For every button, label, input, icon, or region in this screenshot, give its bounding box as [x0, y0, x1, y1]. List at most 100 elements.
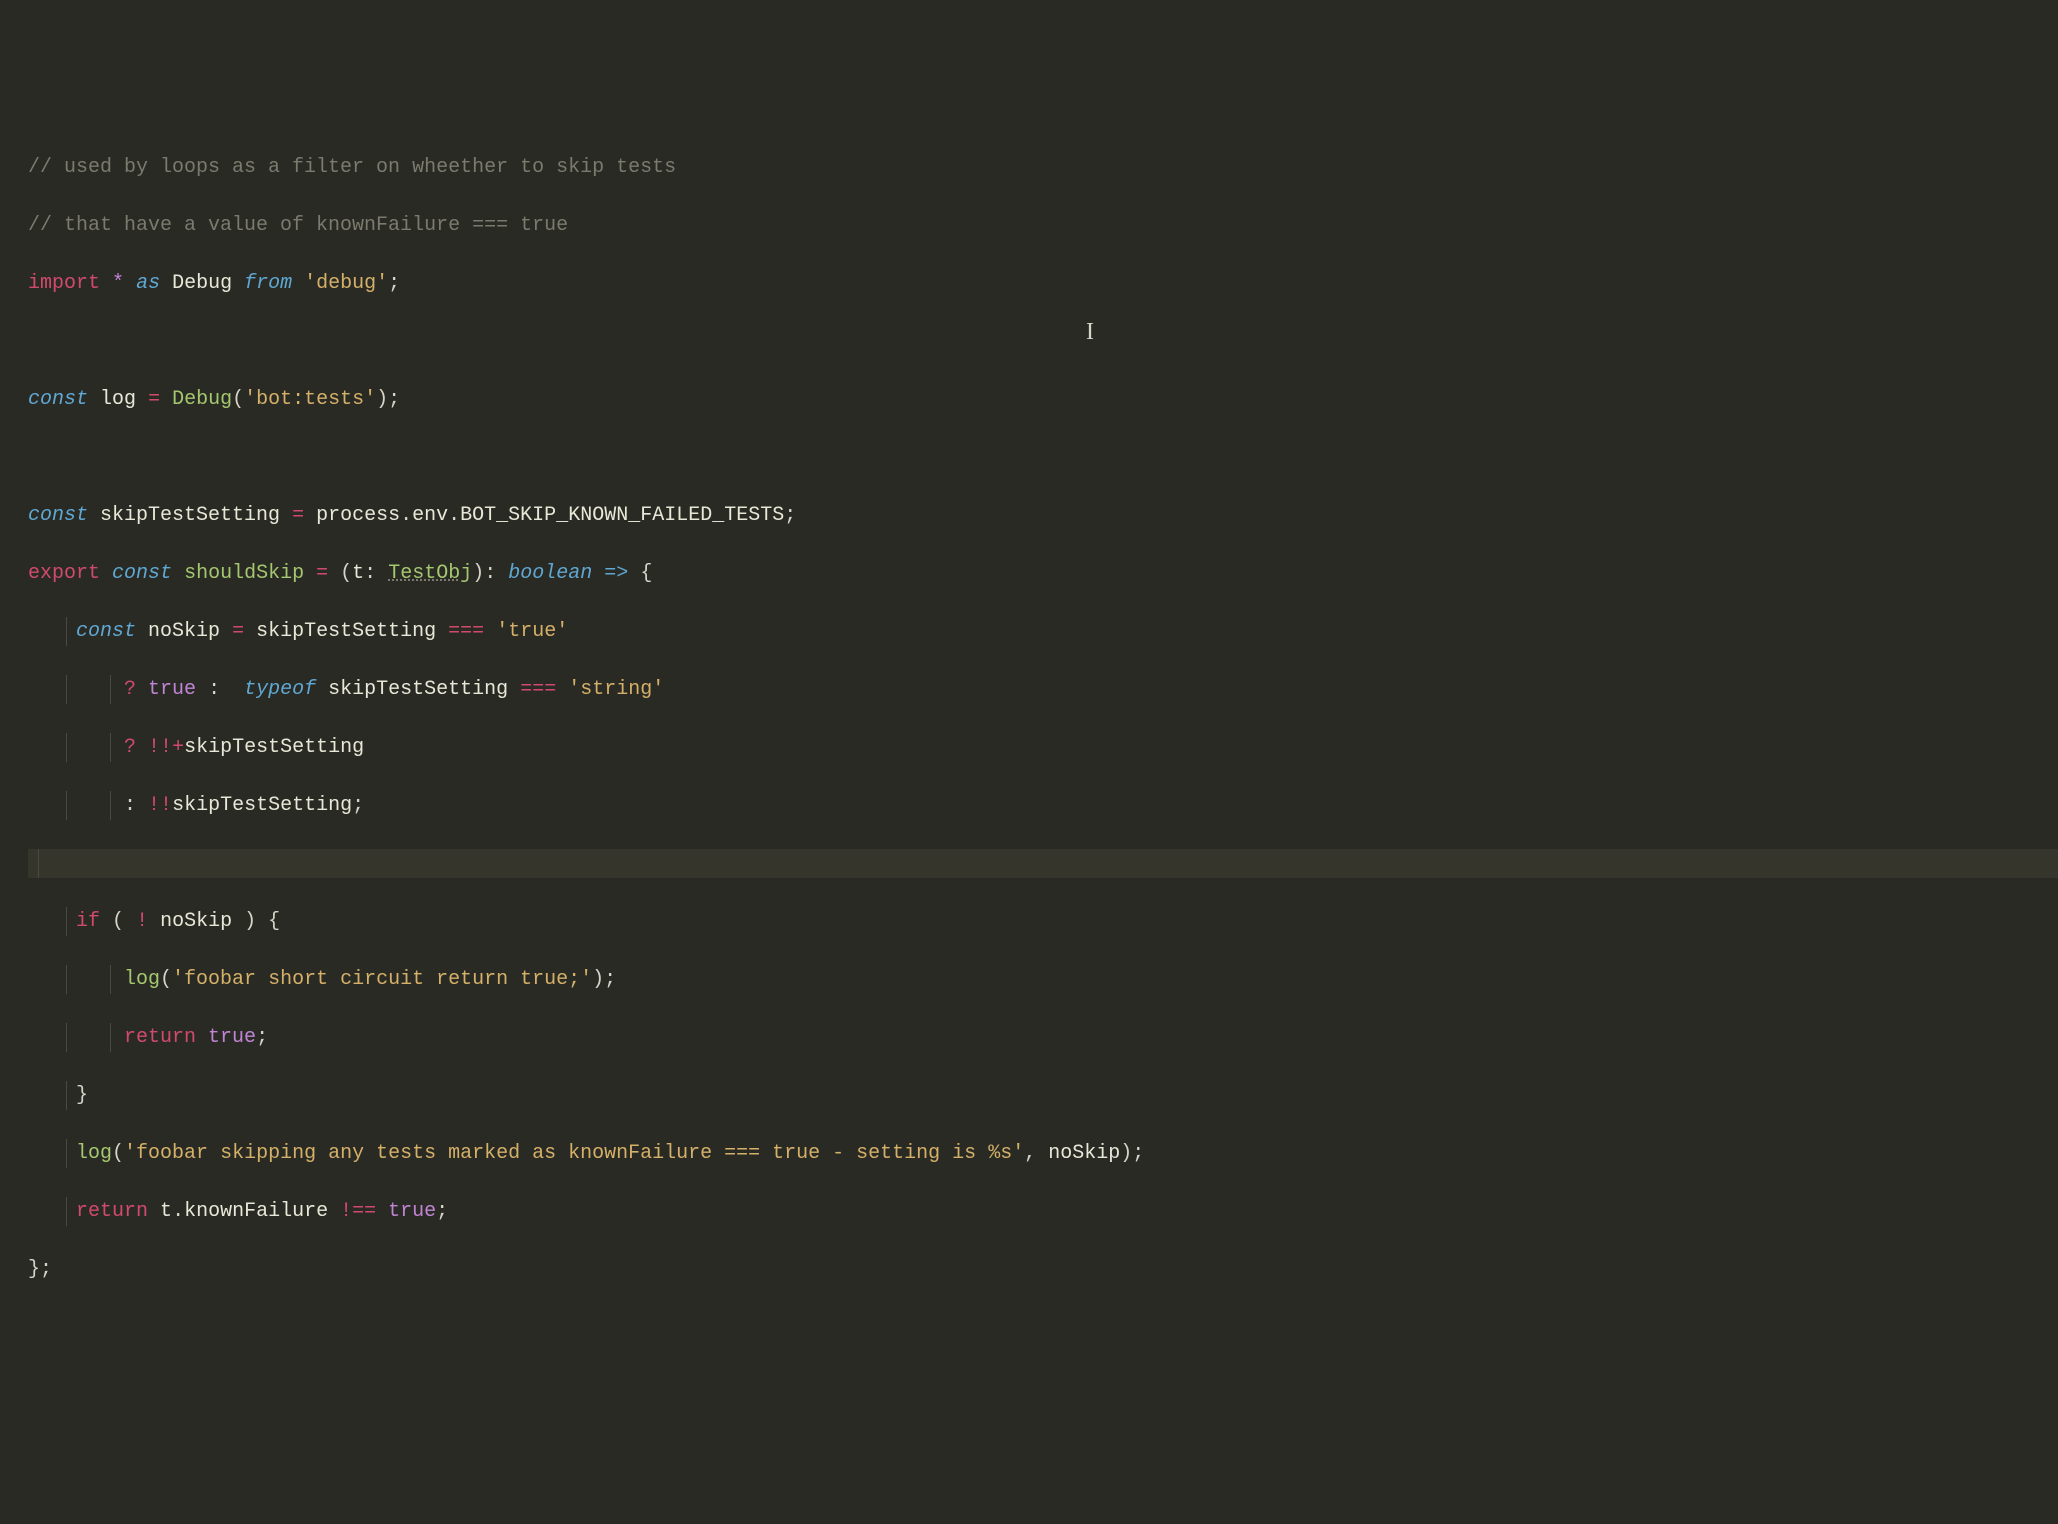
operator-assign: = — [316, 562, 328, 585]
identifier: noSkip — [160, 910, 232, 933]
code-line[interactable]: }; — [28, 1255, 2058, 1284]
operator-not: ! — [136, 910, 148, 933]
text-cursor-icon: I — [1086, 318, 1094, 347]
code-line[interactable]: ? true : typeof skipTestSetting === 'str… — [28, 675, 2058, 704]
paren-open: ( — [232, 388, 244, 411]
paren-close-semi: ); — [1120, 1142, 1144, 1165]
code-line[interactable]: const log = Debug('bot:tests'); — [28, 385, 2058, 414]
keyword-return: return — [124, 1026, 196, 1049]
comment-text: // used by loops as a filter on wheether… — [28, 156, 676, 179]
keyword-return: return — [76, 1200, 148, 1223]
keyword-const: const — [28, 504, 88, 527]
code-line-empty[interactable] — [28, 327, 2058, 356]
code-line[interactable]: // used by loops as a filter on wheether… — [28, 153, 2058, 182]
paren-close: ) — [472, 562, 484, 585]
operator-not-not: !! — [148, 736, 172, 759]
identifier: skipTestSetting — [172, 794, 352, 817]
function-call: log — [76, 1142, 112, 1165]
code-line[interactable]: import * as Debug from 'debug'; — [28, 269, 2058, 298]
brace-open: { — [640, 562, 652, 585]
boolean-true: true — [148, 678, 196, 701]
semicolon: ; — [388, 272, 400, 295]
paren-close-semi: ); — [376, 388, 400, 411]
code-line[interactable]: const skipTestSetting = process.env.BOT_… — [28, 501, 2058, 530]
colon: : — [364, 562, 376, 585]
identifier: noSkip — [1048, 1142, 1120, 1165]
keyword-const: const — [76, 620, 136, 643]
code-line[interactable]: log('foobar short circuit return true;')… — [28, 965, 2058, 994]
comment-text: // that have a value of knownFailure ===… — [28, 214, 568, 237]
operator-strict-neq: !== — [340, 1200, 376, 1223]
code-line[interactable]: log('foobar skipping any tests marked as… — [28, 1139, 2058, 1168]
semicolon: ; — [784, 504, 796, 527]
dot: . — [448, 504, 460, 527]
property: BOT_SKIP_KNOWN_FAILED_TESTS — [460, 504, 784, 527]
operator-assign: = — [232, 620, 244, 643]
comma: , — [1024, 1142, 1036, 1165]
code-line-empty[interactable] — [28, 849, 2058, 878]
code-line[interactable]: } — [28, 1081, 2058, 1110]
operator-strict-eq: === — [448, 620, 484, 643]
paren-close-semi: ); — [592, 968, 616, 991]
variable-name: log — [100, 388, 136, 411]
keyword-from: from — [244, 272, 292, 295]
ternary-q: ? — [124, 678, 136, 701]
code-line[interactable]: export const shouldSkip = (t: TestObj): … — [28, 559, 2058, 588]
operator-assign: = — [148, 388, 160, 411]
function-call: log — [124, 968, 160, 991]
colon: : — [484, 562, 496, 585]
keyword-if: if — [76, 910, 100, 933]
code-line[interactable]: // that have a value of knownFailure ===… — [28, 211, 2058, 240]
keyword-import: import — [28, 272, 100, 295]
code-line-empty[interactable] — [28, 443, 2058, 472]
dot: . — [172, 1200, 184, 1223]
identifier: skipTestSetting — [184, 736, 364, 759]
operator-not-not: !! — [148, 794, 172, 817]
dot: . — [400, 504, 412, 527]
variable-name: skipTestSetting — [100, 504, 280, 527]
code-line[interactable]: ? !!+skipTestSetting — [28, 733, 2058, 762]
boolean-true: true — [388, 1200, 436, 1223]
identifier: skipTestSetting — [256, 620, 436, 643]
operator-assign: = — [292, 504, 304, 527]
brace-open: { — [268, 910, 280, 933]
keyword-const: const — [112, 562, 172, 585]
semicolon: ; — [436, 1200, 448, 1223]
code-line[interactable]: return true; — [28, 1023, 2058, 1052]
code-editor[interactable]: // used by loops as a filter on wheether… — [0, 116, 2058, 1321]
property: knownFailure — [184, 1200, 328, 1223]
object-name: process — [316, 504, 400, 527]
property: env — [412, 504, 448, 527]
function-name: shouldSkip — [184, 562, 304, 585]
string-literal: 'true' — [496, 620, 568, 643]
paren-open: ( — [112, 1142, 124, 1165]
code-line[interactable]: return t.knownFailure !== true; — [28, 1197, 2058, 1226]
keyword-as: as — [136, 272, 160, 295]
string-literal: 'string' — [568, 678, 664, 701]
operator-strict-eq: === — [520, 678, 556, 701]
brace-close-semi: }; — [28, 1258, 52, 1281]
semicolon: ; — [256, 1026, 268, 1049]
variable-name: noSkip — [148, 620, 220, 643]
return-type: boolean — [508, 562, 592, 585]
paren-close: ) — [244, 910, 256, 933]
string-literal: 'foobar skipping any tests marked as kno… — [124, 1142, 1024, 1165]
keyword-typeof: typeof — [244, 678, 316, 701]
identifier: t — [160, 1200, 172, 1223]
identifier: Debug — [172, 272, 232, 295]
code-line[interactable]: if ( ! noSkip ) { — [28, 907, 2058, 936]
arrow-operator: => — [604, 562, 628, 585]
brace-close: } — [76, 1084, 88, 1107]
code-line[interactable]: : !!skipTestSetting; — [28, 791, 2058, 820]
semicolon: ; — [352, 794, 364, 817]
wildcard-star: * — [112, 272, 124, 295]
keyword-const: const — [28, 388, 88, 411]
ternary-colon: : — [124, 794, 136, 817]
type-annotation: TestObj — [388, 562, 472, 585]
keyword-export: export — [28, 562, 100, 585]
ternary-q: ? — [124, 736, 136, 759]
paren-open: ( — [112, 910, 124, 933]
function-call: Debug — [172, 388, 232, 411]
string-literal: 'bot:tests' — [244, 388, 376, 411]
code-line[interactable]: const noSkip = skipTestSetting === 'true… — [28, 617, 2058, 646]
